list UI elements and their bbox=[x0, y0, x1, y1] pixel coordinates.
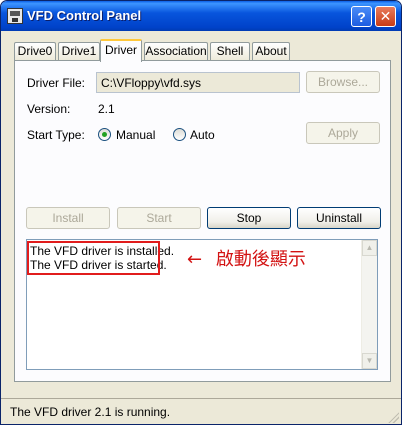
driver-file-field[interactable]: C:\VFloppy\vfd.sys bbox=[96, 72, 300, 93]
tab-drive0[interactable]: Drive0 bbox=[14, 42, 56, 61]
uninstall-button[interactable]: Uninstall bbox=[297, 207, 381, 229]
tab-shell[interactable]: Shell bbox=[210, 42, 250, 61]
start-type-label: Start Type: bbox=[27, 128, 85, 142]
scroll-down-icon[interactable]: ▼ bbox=[362, 353, 377, 369]
vfd-control-panel-window: VFD Control Panel ? ✕ Drive0 Drive1 Driv… bbox=[0, 0, 402, 425]
tab-driver[interactable]: Driver bbox=[100, 39, 142, 62]
browse-button[interactable]: Browse... bbox=[306, 71, 380, 93]
window-title: VFD Control Panel bbox=[27, 8, 142, 23]
log-scrollbar[interactable]: ▲ ▼ bbox=[361, 240, 377, 369]
annotation-text: ← 啟動後顯示 bbox=[187, 245, 306, 271]
left-arrow-icon: ← bbox=[187, 249, 203, 270]
manual-radio-label[interactable]: Manual bbox=[116, 128, 155, 142]
title-bar[interactable]: VFD Control Panel ? ✕ bbox=[1, 1, 401, 31]
driver-file-label: Driver File: bbox=[27, 76, 86, 90]
resize-grip-icon[interactable] bbox=[387, 411, 399, 423]
floppy-drive-icon bbox=[7, 8, 23, 24]
close-button[interactable]: ✕ bbox=[375, 6, 396, 27]
annotation-label: 啟動後顯示 bbox=[215, 249, 306, 270]
version-value: 2.1 bbox=[98, 102, 115, 116]
start-button[interactable]: Start bbox=[117, 207, 201, 229]
status-text: The VFD driver 2.1 is running. bbox=[10, 405, 171, 419]
install-button[interactable]: Install bbox=[26, 207, 110, 229]
tab-about[interactable]: About bbox=[252, 42, 290, 61]
tab-drive1[interactable]: Drive1 bbox=[58, 42, 100, 61]
tab-association[interactable]: Association bbox=[144, 42, 208, 61]
highlight-box bbox=[27, 241, 160, 275]
scroll-up-icon[interactable]: ▲ bbox=[362, 240, 377, 256]
manual-radio[interactable] bbox=[98, 128, 111, 141]
stop-button[interactable]: Stop bbox=[207, 207, 291, 229]
help-button[interactable]: ? bbox=[351, 6, 372, 27]
version-label: Version: bbox=[27, 102, 71, 116]
status-bar: The VFD driver 2.1 is running. bbox=[1, 398, 401, 424]
apply-button[interactable]: Apply bbox=[306, 122, 380, 144]
tab-strip: Drive0 Drive1 Driver Association Shell A… bbox=[14, 39, 390, 62]
auto-radio-label[interactable]: Auto bbox=[190, 128, 215, 142]
auto-radio[interactable] bbox=[173, 128, 186, 141]
